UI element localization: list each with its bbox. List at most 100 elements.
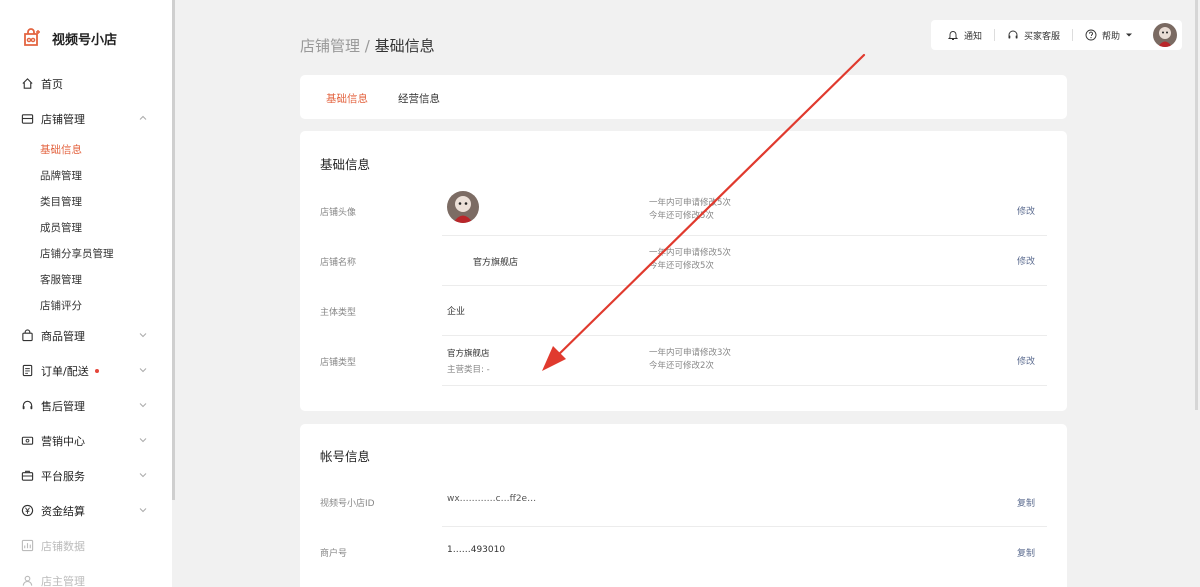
buyer-service-button[interactable]: 买家客服 [1007,20,1060,50]
basic-info-card: 基础信息 店铺头像 一年内可申请修改5次 今年还可修改5次 修改 店铺名称 官方… [300,131,1067,411]
field-label: 店铺头像 [320,208,357,218]
breadcrumb: 店铺管理 / 基础信息 [300,35,435,56]
chart-icon [20,539,34,553]
sidebar-item-orders[interactable]: 订单/配送 [0,353,172,388]
edit-quota-note: 一年内可申请修改3次 今年还可修改2次 [649,348,731,371]
sidebar-nav: 首页 店铺管理 基础信息 品牌管理 类目管理 成员管理 店铺分享员管理 客服管理… [0,66,172,587]
shop-id-value: wx…………c…ff2e… [447,494,537,504]
chevron-down-icon [139,508,147,513]
bell-icon [947,31,959,40]
row-divider [442,235,1047,236]
notification-dot [94,368,99,373]
sidebar: 视频号小店 首页 店铺管理 基础信息 品牌管理 类目管理 成员管理 店铺分享员管… [0,0,172,587]
tabs-card: 基础信息 经营信息 [300,75,1067,119]
sidebar-subitem-category[interactable]: 类目管理 [0,188,172,214]
field-label: 商户号 [320,549,348,559]
edit-name-link[interactable]: 修改 [1017,254,1035,267]
row-divider [442,335,1047,336]
merchant-id-value: 1……493010 [447,545,506,555]
tab-basic-info[interactable]: 基础信息 [326,91,368,106]
sidebar-item-label: 店铺管理 [41,112,85,126]
chevron-down-icon [139,368,147,373]
sidebar-item-store-data[interactable]: 店铺数据 [0,528,172,563]
field-label: 店铺名称 [320,258,357,268]
headset-icon [1008,30,1018,39]
field-label: 视频号小店ID [320,499,375,509]
sidebar-item-store[interactable]: 店铺管理 [0,101,172,136]
yen-icon [20,504,34,518]
caret-down-icon [1126,33,1133,37]
field-label: 主体类型 [320,308,357,318]
sidebar-subitem-basic-info[interactable]: 基础信息 [0,136,172,162]
sidebar-subitem-members[interactable]: 成员管理 [0,214,172,240]
sidebar-item-after-sales[interactable]: 售后管理 [0,388,172,423]
sidebar-item-owner[interactable]: 店主管理 [0,563,172,587]
sidebar-item-label: 店铺数据 [41,539,85,553]
chevron-down-icon [139,438,147,443]
sidebar-scrollbar[interactable] [172,0,175,500]
toolbar-divider [1072,29,1074,41]
help-button[interactable]: 帮助 [1085,20,1133,50]
user-avatar[interactable] [1153,23,1178,47]
chevron-down-icon [139,333,147,338]
sidebar-item-label: 订单/配送 [41,364,89,378]
edit-type-link[interactable]: 修改 [1017,354,1035,367]
buyer-service-label: 买家客服 [1024,31,1061,42]
help-icon [1085,29,1097,41]
store-type-value: 官方旗舰店 [447,349,490,359]
edit-quota-note: 一年内可申请修改5次 今年还可修改5次 [649,248,731,271]
sidebar-subitem-brand[interactable]: 品牌管理 [0,162,172,188]
edit-quota-note: 一年内可申请修改5次 今年还可修改5次 [649,198,731,221]
account-info-card: 帐号信息 视频号小店ID wx…………c…ff2e… 复制 商户号 1……493… [300,424,1067,587]
breadcrumb-current: 基础信息 [374,37,435,55]
sidebar-item-label: 商品管理 [41,329,85,343]
sidebar-subitem-customer-service[interactable]: 客服管理 [0,266,172,292]
headset-icon [20,399,34,413]
store-avatar [447,191,479,223]
sidebar-item-home[interactable]: 首页 [0,66,172,101]
sidebar-item-label: 平台服务 [41,469,85,483]
ticket-icon [20,434,34,448]
briefcase-icon [20,469,34,483]
entity-type-value: 企业 [447,307,466,317]
notify-label: 通知 [964,31,983,42]
field-label: 店铺类型 [320,358,357,368]
sidebar-item-settlement[interactable]: 资金结算 [0,493,172,528]
copy-merchant-id-link[interactable]: 复制 [1017,546,1035,559]
shop-logo-icon [24,28,40,46]
sidebar-item-label: 售后管理 [41,399,85,413]
user-icon [20,574,34,587]
row-divider [442,526,1047,527]
notify-button[interactable]: 通知 [947,20,982,50]
store-name-value: 官方旗舰店 [473,258,519,268]
breadcrumb-parent[interactable]: 店铺管理 [300,37,360,55]
sidebar-subitem-sharers[interactable]: 店铺分享员管理 [0,240,172,266]
home-icon [20,77,34,91]
sidebar-item-label: 资金结算 [41,504,85,518]
chevron-up-icon [139,115,147,120]
help-label: 帮助 [1102,31,1121,42]
section-title: 帐号信息 [320,449,371,464]
section-title: 基础信息 [320,157,371,172]
top-toolbar: 通知 买家客服 帮助 [931,20,1182,50]
bag-icon [20,329,34,343]
edit-avatar-link[interactable]: 修改 [1017,204,1035,217]
row-divider [442,385,1047,386]
brand[interactable]: 视频号小店 [22,28,117,48]
brand-name: 视频号小店 [52,32,118,48]
sidebar-item-label: 营销中心 [41,434,85,448]
toolbar-divider [994,29,996,41]
row-divider [442,285,1047,286]
sidebar-subitem-rating[interactable]: 店铺评分 [0,292,172,318]
main-category-value: 主营类目: - [447,365,490,375]
main-scrollbar[interactable] [1195,0,1198,410]
sidebar-item-products[interactable]: 商品管理 [0,318,172,353]
sidebar-item-platform-services[interactable]: 平台服务 [0,458,172,493]
chevron-down-icon [139,473,147,478]
copy-shop-id-link[interactable]: 复制 [1017,496,1035,509]
store-icon [20,112,34,126]
sidebar-item-marketing[interactable]: 营销中心 [0,423,172,458]
order-icon [20,364,34,378]
tab-business-info[interactable]: 经营信息 [398,91,440,106]
sidebar-item-label: 店主管理 [41,574,85,587]
